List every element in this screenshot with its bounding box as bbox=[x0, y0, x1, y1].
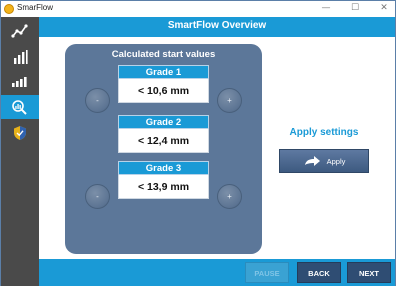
sidebar-item-bar-chart[interactable] bbox=[1, 45, 39, 69]
main-content: Calculated start values - Grade 1 < 10,6… bbox=[39, 37, 395, 259]
shield-icon bbox=[14, 126, 26, 140]
grade-1-increase-button[interactable]: + bbox=[217, 88, 242, 113]
grade-3-group: Grade 3 < 13,9 mm bbox=[118, 161, 209, 199]
apply-settings-heading: Apply settings bbox=[289, 127, 359, 138]
pause-button[interactable]: PAUSE bbox=[245, 262, 289, 283]
grade-2-value: < 12,4 mm bbox=[118, 129, 209, 153]
app-window: SmarFlow — ☐ ✕ SmartFlow Overview Calcul… bbox=[0, 0, 396, 286]
next-button[interactable]: NEXT bbox=[347, 262, 391, 283]
page-title: SmartFlow Overview bbox=[167, 20, 267, 31]
apply-button-label: Apply bbox=[326, 156, 346, 166]
grade-2-label: Grade 2 bbox=[118, 115, 209, 129]
start-values-panel: Calculated start values - Grade 1 < 10,6… bbox=[65, 44, 262, 254]
grade-3-decrease-button[interactable]: - bbox=[85, 184, 110, 209]
grade-3-value: < 13,9 mm bbox=[118, 175, 209, 199]
sidebar-item-line-chart[interactable] bbox=[1, 19, 39, 43]
signal-bars-icon bbox=[12, 77, 27, 87]
grade-1-decrease-button[interactable]: - bbox=[85, 88, 110, 113]
sidebar-item-analysis[interactable] bbox=[1, 95, 39, 119]
minimize-button[interactable]: — bbox=[319, 2, 333, 15]
sidebar bbox=[1, 17, 39, 286]
back-button[interactable]: BACK bbox=[297, 262, 341, 283]
footer-bar: PAUSE BACK NEXT bbox=[39, 259, 395, 286]
apply-button[interactable]: Apply bbox=[279, 149, 369, 173]
line-chart-icon bbox=[11, 24, 28, 38]
window-title: SmarFlow bbox=[17, 3, 54, 12]
title-bar: SmarFlow — ☐ ✕ bbox=[1, 1, 395, 17]
bar-chart-icon bbox=[14, 50, 28, 64]
close-button[interactable]: ✕ bbox=[377, 2, 391, 15]
sidebar-item-signal[interactable] bbox=[1, 69, 39, 93]
maximize-button[interactable]: ☐ bbox=[348, 2, 362, 15]
grade-1-value: < 10,6 mm bbox=[118, 79, 209, 103]
grade-1-label: Grade 1 bbox=[118, 65, 209, 79]
grade-2-group: Grade 2 < 12,4 mm bbox=[118, 115, 209, 153]
grade-3-increase-button[interactable]: + bbox=[217, 184, 242, 209]
panel-title: Calculated start values bbox=[111, 49, 216, 60]
grade-3-label: Grade 3 bbox=[118, 161, 209, 175]
magnifier-chart-icon bbox=[12, 100, 27, 115]
arrow-right-icon bbox=[304, 156, 320, 166]
app-logo-icon bbox=[4, 4, 14, 14]
grade-1-group: Grade 1 < 10,6 mm bbox=[118, 65, 209, 103]
sidebar-item-security[interactable] bbox=[1, 121, 39, 145]
header-bar: SmartFlow Overview bbox=[39, 17, 395, 37]
